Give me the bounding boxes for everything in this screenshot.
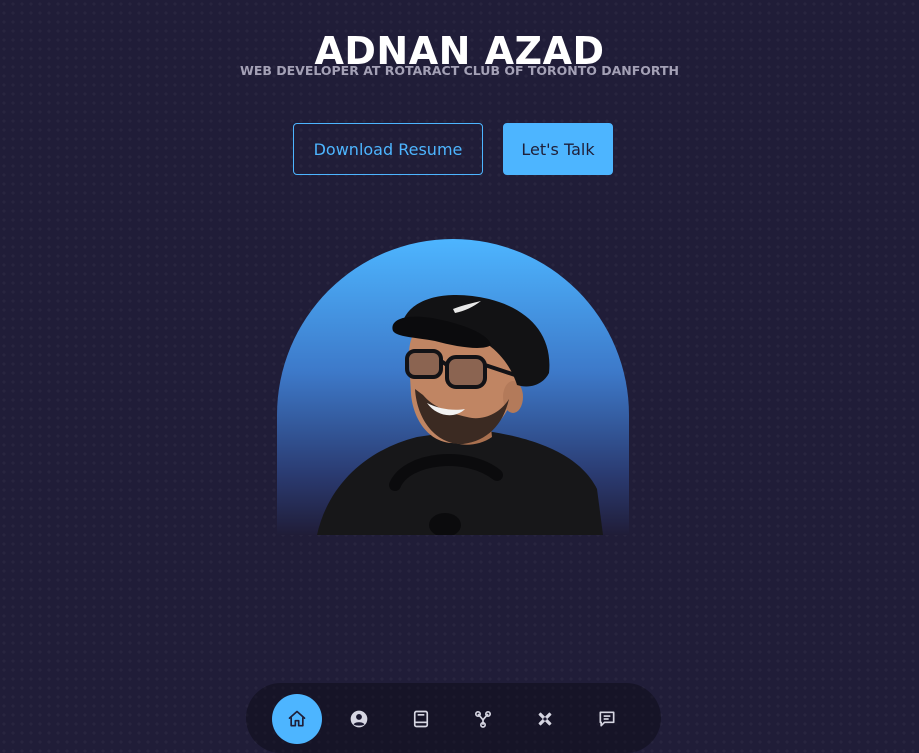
hero-subtitle: WEB DEVELOPER AT ROTARACT CLUB OF TORONT…: [240, 63, 679, 78]
user-icon: [350, 710, 368, 728]
nav-about[interactable]: [334, 694, 384, 744]
profile-portrait: [277, 239, 629, 535]
nav-tools[interactable]: [520, 694, 570, 744]
nav-experience[interactable]: [396, 694, 446, 744]
home-icon: [288, 710, 306, 727]
network-icon: [475, 711, 491, 728]
tools-icon: [538, 712, 552, 726]
portrait-illustration: [317, 294, 603, 535]
nav-services[interactable]: [458, 694, 508, 744]
nav-home[interactable]: [272, 694, 322, 744]
message-icon: [599, 711, 615, 727]
book-icon: [413, 710, 429, 728]
download-resume-button[interactable]: Download Resume: [293, 123, 483, 175]
nav-contact[interactable]: [582, 694, 632, 744]
bottom-nav: [246, 683, 661, 753]
lets-talk-button[interactable]: Let's Talk: [503, 123, 613, 175]
